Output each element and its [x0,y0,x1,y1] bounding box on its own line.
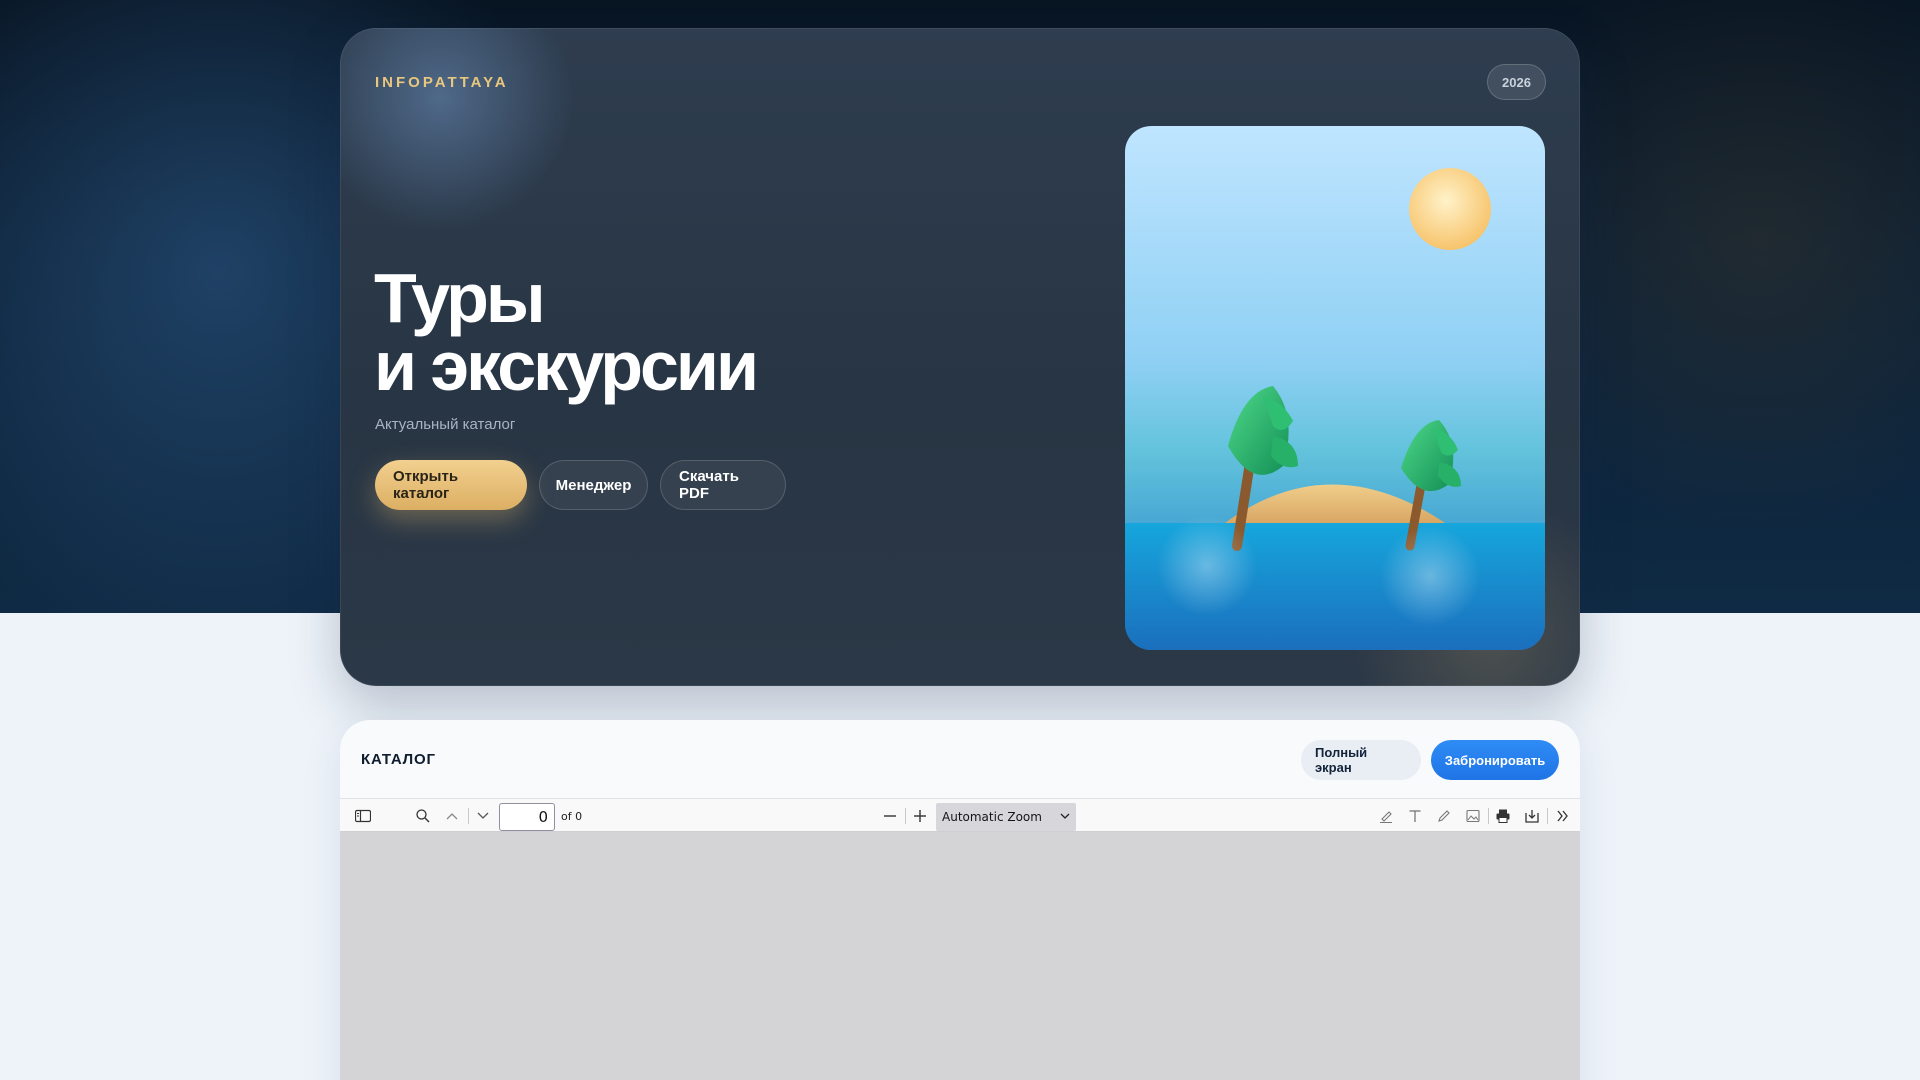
image-icon[interactable] [1463,806,1483,826]
page-count-label: of 0 [561,810,583,823]
text-icon[interactable] [1405,806,1425,826]
zoom-in-icon[interactable] [910,806,930,826]
download-pdf-button[interactable]: Скачать PDF [660,460,786,510]
zoom-select-value: Automatic Zoom [942,810,1042,824]
sun-icon [1409,168,1491,250]
toolbar-separator [468,808,469,824]
hero-card: INFOPATTAYA 2026 Туры и экскурсии Актуал… [340,28,1580,686]
hero-title: Туры и экскурсии [374,259,759,405]
zoom-select[interactable]: Automatic Zoom [936,803,1076,831]
chevron-down-icon [1060,813,1070,819]
catalog-actions: Полный экран Забронировать [1301,740,1559,780]
brand-logo-text[interactable]: INFOPATTAYA [375,74,509,91]
tropical-island-illustration [1125,126,1545,650]
hero-title-line-2: и экскурсии [374,327,759,405]
fullscreen-button[interactable]: Полный экран [1301,740,1421,780]
hero-title-line-1: Туры [374,259,546,337]
highlight-icon[interactable] [1376,806,1396,826]
year-badge: 2026 [1487,64,1546,100]
toolbar-separator [1488,808,1489,824]
hero-subtitle: Актуальный каталог [375,416,516,433]
search-icon[interactable] [413,806,433,826]
print-icon[interactable] [1493,806,1513,826]
sidebar-toggle-icon[interactable] [353,806,373,826]
catalog-title: КАТАЛОГ [361,751,436,768]
toolbar-separator [905,808,906,824]
page-number-input[interactable] [499,803,555,831]
pdf-viewer-canvas[interactable] [340,832,1580,1080]
zoom-out-icon[interactable] [880,806,900,826]
catalog-panel: КАТАЛОГ Полный экран Забронировать of 0 [340,720,1580,1080]
book-button[interactable]: Забронировать [1431,740,1559,780]
draw-icon[interactable] [1434,806,1454,826]
pdf-toolbar: of 0 Automatic Zoom [340,798,1580,832]
hero-actions: Открыть каталог Менеджер Скачать PDF [375,460,786,510]
open-catalog-button[interactable]: Открыть каталог [375,460,527,510]
catalog-header: КАТАЛОГ Полный экран Забронировать [340,720,1580,798]
next-page-icon[interactable] [473,806,493,826]
tools-icon[interactable] [1553,806,1573,826]
previous-page-icon[interactable] [442,806,462,826]
hero-glow [340,28,580,228]
toolbar-separator [1547,808,1548,824]
manager-button[interactable]: Менеджер [539,460,648,510]
save-icon[interactable] [1522,806,1542,826]
